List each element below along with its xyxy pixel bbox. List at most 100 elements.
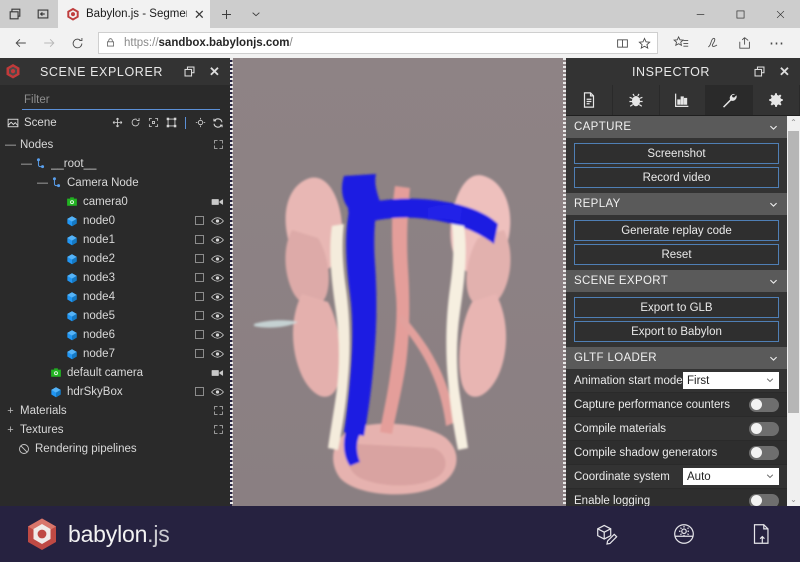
babylon-3d-canvas[interactable]	[232, 58, 572, 506]
visibility-eye-icon[interactable]	[211, 292, 224, 302]
inspector-resize-handle[interactable]	[563, 58, 566, 506]
tree-item-textures[interactable]: + Textures	[0, 420, 230, 439]
highlight-checkbox[interactable]	[195, 311, 204, 320]
star-icon[interactable]	[637, 36, 651, 50]
set-active-camera-icon[interactable]	[211, 368, 224, 378]
tree-item-default-camera[interactable]: default camera	[0, 363, 230, 382]
chevron-down-icon[interactable]	[767, 198, 779, 210]
new-tab-button[interactable]	[218, 6, 234, 22]
section-header-gltf-loader[interactable]: GLTF LOADER	[566, 347, 787, 369]
window-maximize-button[interactable]	[720, 0, 760, 28]
collapse-caret-icon[interactable]: —	[20, 158, 33, 170]
popout-icon[interactable]	[751, 63, 768, 80]
tree-item-rendering-pipelines[interactable]: Rendering pipelines	[0, 439, 230, 458]
tree-item-node6[interactable]: node6	[0, 325, 230, 344]
tab-settings[interactable]	[753, 85, 800, 115]
tree-item-hdrskybox[interactable]: hdrSkyBox	[0, 382, 230, 401]
section-header-capture[interactable]: CAPTURE	[566, 116, 787, 138]
position-gizmo-icon[interactable]	[111, 117, 123, 129]
tab-debug[interactable]	[612, 85, 660, 115]
favorites-hub-icon[interactable]	[666, 30, 696, 56]
highlight-checkbox[interactable]	[195, 349, 204, 358]
tree-item-node7[interactable]: node7	[0, 344, 230, 363]
visibility-eye-icon[interactable]	[211, 349, 224, 359]
tab-statistics[interactable]	[659, 85, 707, 115]
collapse-caret-icon[interactable]: —	[36, 177, 49, 189]
forward-button[interactable]	[36, 30, 62, 56]
toggle-compile-shadow-generators[interactable]	[749, 445, 779, 460]
expand-all-icon[interactable]	[213, 139, 224, 150]
visibility-eye-icon[interactable]	[211, 235, 224, 245]
tree-item-node4[interactable]: node4	[0, 287, 230, 306]
highlight-checkbox[interactable]	[195, 273, 204, 282]
tab-properties[interactable]	[566, 85, 613, 115]
scroll-down-arrow[interactable]: ⌄	[787, 493, 800, 506]
button-screenshot[interactable]: Screenshot	[574, 143, 779, 164]
tree-item-node0[interactable]: node0	[0, 211, 230, 230]
highlight-checkbox[interactable]	[195, 254, 204, 263]
highlight-checkbox[interactable]	[195, 235, 204, 244]
address-bar[interactable]: https://sandbox.babylonjs.com/	[98, 32, 658, 54]
reading-view-icon[interactable]	[615, 36, 629, 50]
button-reset[interactable]: Reset	[574, 244, 779, 265]
button-record-video[interactable]: Record video	[574, 167, 779, 188]
chevron-down-icon[interactable]	[767, 121, 779, 133]
tree-item-node1[interactable]: node1	[0, 230, 230, 249]
close-icon[interactable]: ✕	[776, 63, 793, 80]
popout-icon[interactable]	[181, 63, 198, 80]
visibility-eye-icon[interactable]	[211, 273, 224, 283]
toggle-compile-materials[interactable]	[749, 421, 779, 436]
chevron-down-icon[interactable]	[767, 352, 779, 364]
select-coordinate-system[interactable]: Auto	[683, 468, 779, 485]
chevron-down-icon[interactable]	[248, 6, 264, 22]
highlight-checkbox[interactable]	[195, 292, 204, 301]
window-minimize-button[interactable]	[680, 0, 720, 28]
scene-explorer-resize-handle[interactable]	[230, 58, 233, 506]
tree-item-camera-node[interactable]: — Camera Node	[0, 173, 230, 192]
expand-caret-icon[interactable]: +	[4, 405, 17, 417]
back-button[interactable]	[8, 30, 34, 56]
button-generate-replay-code[interactable]: Generate replay code	[574, 220, 779, 241]
edit-scene-icon[interactable]	[593, 521, 620, 548]
set-active-camera-icon[interactable]	[211, 197, 224, 207]
visibility-eye-icon[interactable]	[211, 311, 224, 321]
tree-item-root[interactable]: — __root__	[0, 154, 230, 173]
visibility-eye-icon[interactable]	[211, 330, 224, 340]
window-close-button[interactable]	[760, 0, 800, 28]
pivot-icon[interactable]	[194, 117, 206, 129]
bounding-box-gizmo-icon[interactable]	[165, 117, 177, 129]
tree-item-node3[interactable]: node3	[0, 268, 230, 287]
expand-caret-icon[interactable]: +	[4, 424, 17, 436]
share-icon[interactable]	[730, 30, 760, 56]
highlight-checkbox[interactable]	[195, 216, 204, 225]
tree-item-node2[interactable]: node2	[0, 249, 230, 268]
tree-item-node5[interactable]: node5	[0, 306, 230, 325]
web-notes-icon[interactable]	[698, 30, 728, 56]
filter-input[interactable]	[22, 93, 220, 110]
visibility-eye-icon[interactable]	[211, 254, 224, 264]
section-header-scene-export[interactable]: SCENE EXPORT	[566, 270, 787, 292]
section-header-replay[interactable]: REPLAY	[566, 193, 787, 215]
select-animation-start-mode[interactable]: First	[683, 372, 779, 389]
inspector-scrollbar[interactable]: ⌃ ⌄	[787, 116, 800, 506]
scroll-up-arrow[interactable]: ⌃	[787, 116, 800, 129]
refresh-icon[interactable]	[212, 117, 224, 129]
expand-all-icon[interactable]	[213, 424, 224, 435]
tree-item-nodes[interactable]: — Nodes	[0, 135, 230, 154]
browser-tab[interactable]: Babylon.js - Segmentati ✕	[58, 0, 210, 28]
highlight-checkbox[interactable]	[195, 330, 204, 339]
collapse-caret-icon[interactable]: —	[4, 139, 17, 151]
close-icon[interactable]: ✕	[206, 63, 223, 80]
expand-all-icon[interactable]	[213, 405, 224, 416]
scrollbar-thumb[interactable]	[788, 131, 799, 413]
visibility-eye-icon[interactable]	[211, 216, 224, 226]
reload-button[interactable]	[64, 30, 90, 56]
button-export-to-glb[interactable]: Export to GLB	[574, 297, 779, 318]
tab-preview-icon[interactable]	[6, 5, 24, 23]
toggle-capture-performance-counters[interactable]	[749, 397, 779, 412]
set-aside-tabs-icon[interactable]	[34, 5, 52, 23]
highlight-checkbox[interactable]	[195, 387, 204, 396]
environment-icon[interactable]	[670, 521, 697, 548]
toggle-enable-logging[interactable]	[749, 493, 779, 506]
more-button[interactable]: ⋯	[762, 30, 792, 56]
